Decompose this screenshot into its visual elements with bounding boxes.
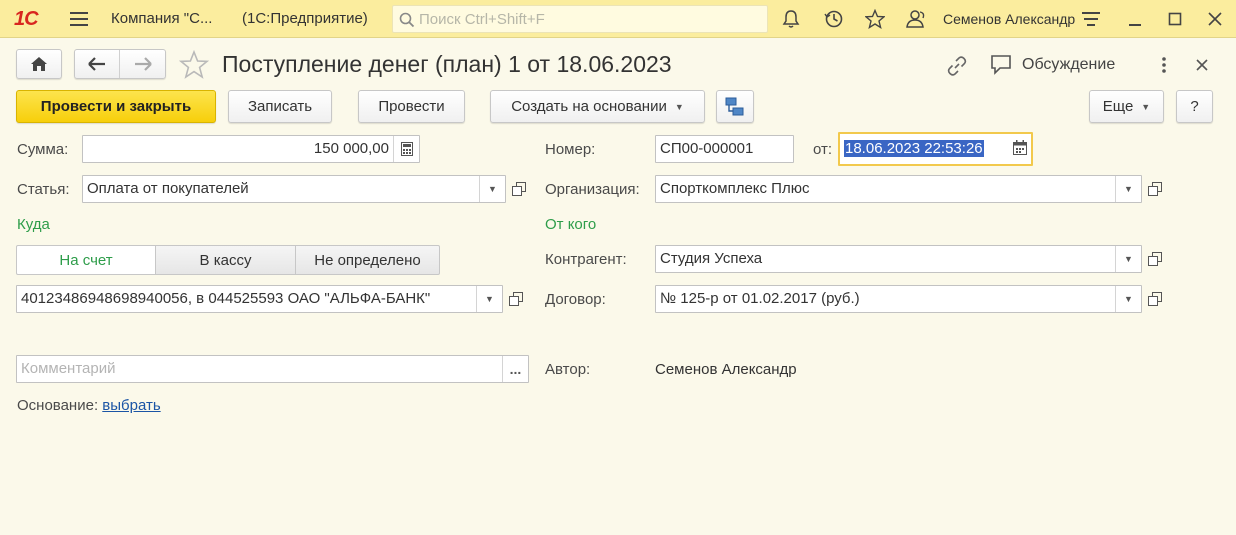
app-name: (1С:Предприятие) <box>242 10 368 27</box>
post-button[interactable]: Провести <box>358 90 465 123</box>
bell-icon[interactable] <box>778 0 804 38</box>
basis-select-link[interactable]: выбрать <box>102 397 160 414</box>
where-label: Куда <box>17 216 50 233</box>
from-whom-label: От кого <box>545 216 597 233</box>
toggle-to-account[interactable]: На счет <box>16 245 156 275</box>
dropdown-caret-icon[interactable]: ▼ <box>1115 176 1141 202</box>
basis-label: Основание: выбрать <box>17 397 161 414</box>
search-placeholder: Поиск Ctrl+Shift+F <box>419 11 545 28</box>
close-form-icon[interactable] <box>1195 58 1209 76</box>
page-title: Поступление денег (план) 1 от 18.06.2023 <box>222 51 672 77</box>
number-field[interactable]: СП00-000001 <box>655 135 794 163</box>
title-bar: 1С Компания "С... (1С:Предприятие) Поиск… <box>0 0 1236 38</box>
open-bank-account-button[interactable] <box>503 285 529 313</box>
number-value: СП00-000001 <box>660 140 754 157</box>
sum-label: Сумма: <box>17 141 69 158</box>
counterparty-label: Контрагент: <box>545 251 627 268</box>
favorites-star-icon[interactable] <box>862 0 888 38</box>
settings-lines-icon[interactable] <box>1078 0 1104 38</box>
number-label: Номер: <box>545 141 596 158</box>
history-icon[interactable] <box>820 0 848 38</box>
bank-account-value: 40123486948698940056, в 044525593 ОАО "А… <box>21 290 431 307</box>
favorite-star-icon[interactable] <box>178 49 210 84</box>
open-article-button[interactable] <box>506 175 532 203</box>
create-based-on-button[interactable]: Создать на основании ▼ <box>490 90 705 123</box>
open-counterparty-button[interactable] <box>1142 245 1168 273</box>
organization-field[interactable]: Спорткомплекс Плюс ▼ <box>655 175 1142 203</box>
home-icon <box>31 57 47 71</box>
contract-value: № 125-р от 01.02.2017 (руб.) <box>660 290 860 307</box>
basis-label-text: Основание: <box>17 397 99 414</box>
back-button[interactable] <box>75 50 121 78</box>
open-form-icon <box>512 182 526 196</box>
open-contract-button[interactable] <box>1142 285 1168 313</box>
sum-value: 150 000,00 <box>313 140 389 157</box>
create-based-on-label: Создать на основании <box>511 98 667 115</box>
article-label: Статья: <box>17 181 70 198</box>
counterparty-field[interactable]: Студия Успеха ▼ <box>655 245 1142 273</box>
bank-account-field[interactable]: 40123486948698940056, в 044525593 ОАО "А… <box>16 285 503 313</box>
date-field[interactable]: 18.06.2023 22:53:26 <box>838 132 1033 166</box>
nav-buttons <box>74 49 166 79</box>
company-name[interactable]: Компания "С... <box>111 10 212 27</box>
help-button[interactable]: ? <box>1176 90 1213 123</box>
calculator-icon <box>400 142 413 156</box>
app-logo: 1С <box>14 8 39 30</box>
organization-label: Организация: <box>545 181 640 198</box>
users-icon[interactable] <box>904 0 930 38</box>
dropdown-caret-icon[interactable]: ▼ <box>1115 286 1141 312</box>
arrow-left-icon <box>88 57 105 71</box>
maximize-icon[interactable] <box>1162 0 1188 38</box>
article-value: Оплата от покупателей <box>87 180 249 197</box>
open-organization-button[interactable] <box>1142 175 1168 203</box>
dropdown-caret-icon[interactable]: ▼ <box>1115 246 1141 272</box>
more-actions-label: Еще <box>1102 98 1134 115</box>
toggle-undefined[interactable]: Не определено <box>295 245 440 275</box>
forward-button[interactable] <box>120 50 165 78</box>
menu-icon[interactable] <box>66 0 92 38</box>
more-vertical-icon[interactable] <box>1157 55 1171 79</box>
comment-placeholder: Комментарий <box>21 360 116 377</box>
save-button[interactable]: Записать <box>228 90 332 123</box>
current-user[interactable]: Семенов Александр <box>943 11 1075 27</box>
contract-label: Договор: <box>545 291 606 308</box>
contract-field[interactable]: № 125-р от 01.02.2017 (руб.) ▼ <box>655 285 1142 313</box>
calendar-icon[interactable] <box>1013 140 1027 160</box>
discussion-button[interactable]: Обсуждение <box>1022 56 1115 74</box>
date-value: 18.06.2023 22:53:26 <box>844 140 984 157</box>
structure-button[interactable] <box>716 90 754 123</box>
close-window-icon[interactable] <box>1202 0 1228 38</box>
minimize-icon[interactable] <box>1122 0 1148 38</box>
search-input[interactable]: Поиск Ctrl+Shift+F <box>392 5 768 33</box>
dropdown-caret-icon[interactable]: ▼ <box>476 286 502 312</box>
discussion-icon[interactable] <box>990 54 1014 80</box>
organization-value: Спорткомплекс Плюс <box>660 180 810 197</box>
author-value: Семенов Александр <box>655 361 797 378</box>
more-actions-button[interactable]: Еще ▼ <box>1089 90 1164 123</box>
comment-expand-button[interactable]: ... <box>502 356 528 382</box>
structure-icon <box>725 97 744 115</box>
comment-field[interactable]: Комментарий ... <box>16 355 529 383</box>
search-icon <box>399 12 415 28</box>
open-form-icon <box>1148 252 1162 266</box>
toggle-to-cash[interactable]: В кассу <box>155 245 296 275</box>
dropdown-caret-icon[interactable]: ▼ <box>479 176 505 202</box>
link-icon[interactable] <box>946 55 968 81</box>
open-form-icon <box>1148 292 1162 306</box>
open-form-icon <box>509 292 523 306</box>
author-label: Автор: <box>545 361 591 378</box>
article-field[interactable]: Оплата от покупателей ▼ <box>82 175 506 203</box>
dropdown-caret-icon: ▼ <box>674 101 684 112</box>
arrow-right-icon <box>134 57 152 71</box>
home-button[interactable] <box>16 49 62 79</box>
dropdown-caret-icon: ▼ <box>1141 101 1151 112</box>
post-and-close-button[interactable]: Провести и закрыть <box>16 90 216 123</box>
date-from-label: от: <box>813 141 833 158</box>
open-form-icon <box>1148 182 1162 196</box>
counterparty-value: Студия Успеха <box>660 250 763 267</box>
calculator-button[interactable] <box>393 136 419 162</box>
sum-field[interactable]: 150 000,00 <box>82 135 420 163</box>
